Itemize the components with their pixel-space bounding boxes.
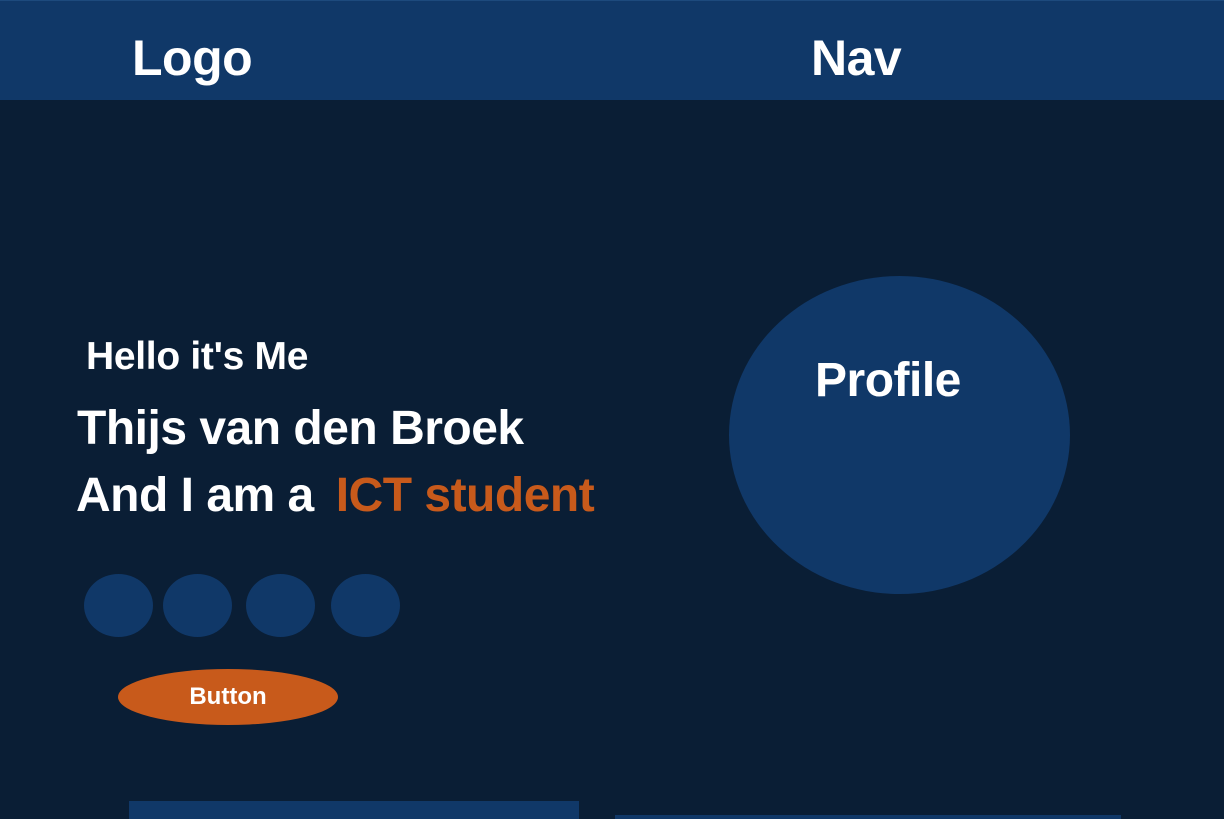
social-link-2[interactable] xyxy=(163,574,232,637)
section-card-left xyxy=(129,801,579,819)
hero-role: And I am a ICT student xyxy=(76,466,595,526)
profile-label: Profile xyxy=(815,354,961,407)
social-link-4[interactable] xyxy=(331,574,400,637)
main-nav[interactable]: Nav xyxy=(811,28,902,88)
portfolio-page: Logo Nav Hello it's Me Thijs van den Bro… xyxy=(0,0,1224,819)
section-card-right xyxy=(615,815,1121,819)
hero-button[interactable]: Button xyxy=(118,669,338,725)
social-link-1[interactable] xyxy=(84,574,153,637)
social-link-3[interactable] xyxy=(246,574,315,637)
role-highlight: ICT student xyxy=(335,469,595,522)
hero-name: Thijs van den Broek xyxy=(77,402,524,455)
logo[interactable]: Logo xyxy=(132,28,253,88)
profile-image-placeholder: Profile xyxy=(729,276,1070,594)
site-header: Logo Nav xyxy=(0,0,1224,100)
hero-greeting: Hello it's Me xyxy=(86,335,309,378)
role-prefix: And I am a xyxy=(76,469,314,522)
